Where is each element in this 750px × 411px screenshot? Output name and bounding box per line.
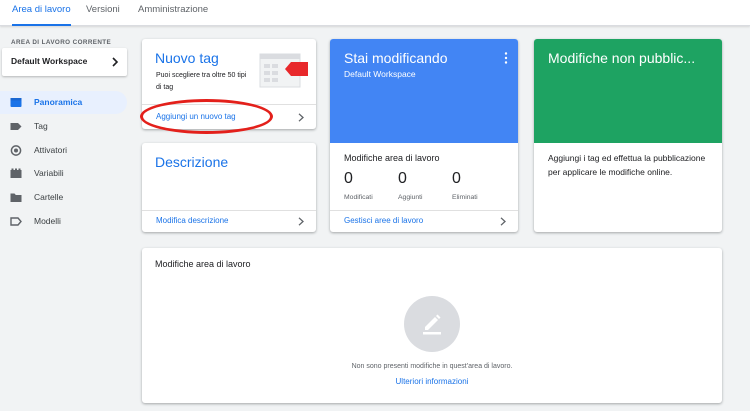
empty-state-message: Non sono presenti modifiche in quest'are… <box>351 363 513 370</box>
sidebar-item-panoramica[interactable]: Panoramica <box>0 91 127 114</box>
sidebar: AREA DI LAVORO CORRENTE Default Workspac… <box>0 27 133 411</box>
template-icon <box>10 217 22 226</box>
sidebar-item-label: Panoramica <box>34 97 83 107</box>
edit-description-link[interactable]: Modifica descrizione <box>156 216 228 225</box>
workspace-changes-title: Modifiche area di lavoro <box>155 259 251 269</box>
sidebar-item-attivatori[interactable]: Attivatori <box>0 139 127 162</box>
workspace-selector[interactable]: Default Workspace <box>2 48 127 76</box>
added-count: 0 <box>398 170 407 187</box>
deleted-label: Eliminati <box>452 194 478 201</box>
manage-workspaces-row[interactable]: Gestisci aree di lavoro <box>330 210 518 232</box>
unpublished-title: Modifiche non pubblic... <box>548 50 696 66</box>
highlight-circle <box>140 99 273 134</box>
chevron-right-icon <box>298 113 304 122</box>
chevron-right-icon <box>298 217 304 226</box>
sidebar-item-label: Attivatori <box>34 145 68 155</box>
edit-description-row[interactable]: Modifica descrizione <box>142 210 316 232</box>
workspace-caption: AREA DI LAVORO CORRENTE <box>11 39 112 46</box>
chevron-right-icon <box>500 217 506 226</box>
sidebar-item-modelli[interactable]: Modelli <box>0 210 127 233</box>
sidebar-item-tag[interactable]: Tag <box>0 115 127 138</box>
sidebar-item-label: Cartelle <box>34 192 64 202</box>
tag-icon <box>10 123 22 130</box>
modified-count: 0 <box>344 170 353 187</box>
new-tag-title: Nuovo tag <box>155 50 219 66</box>
unpublished-body: Aggiungi i tag ed effettua la pubblicazi… <box>548 153 706 177</box>
description-card: Descrizione Modifica descrizione <box>142 143 316 232</box>
sidebar-item-cartelle[interactable]: Cartelle <box>0 186 127 209</box>
empty-state-circle <box>404 296 460 352</box>
added-label: Aggiunti <box>398 194 423 201</box>
variables-icon <box>10 168 22 178</box>
tab-versioni[interactable]: Versioni <box>86 0 120 26</box>
editing-title: Stai modificando <box>344 50 448 66</box>
deleted-count: 0 <box>452 170 461 187</box>
sidebar-item-variabili[interactable]: Variabili <box>0 162 127 185</box>
editing-workspace-card: Stai modificando Default Workspace Modif… <box>330 39 518 232</box>
editing-workspace-name: Default Workspace <box>344 69 416 79</box>
description-title: Descrizione <box>155 154 229 170</box>
tag-illustration-icon <box>259 53 308 88</box>
chevron-right-icon <box>112 57 119 67</box>
sidebar-item-label: Modelli <box>34 216 61 226</box>
top-tab-bar: Area di lavoro Versioni Amministrazione <box>0 0 750 26</box>
tab-amministrazione[interactable]: Amministrazione <box>138 0 208 26</box>
unpublished-changes-card: Modifiche non pubblic... Aggiungi i tag … <box>534 39 722 232</box>
sidebar-item-label: Variabili <box>34 168 64 178</box>
edit-pencil-icon <box>423 314 441 335</box>
modified-label: Modificati <box>344 194 373 201</box>
sidebar-item-label: Tag <box>34 121 48 131</box>
tab-area-di-lavoro[interactable]: Area di lavoro <box>12 0 71 26</box>
new-tag-description: Puoi scegliere tra oltre 50 tipi di tag <box>156 72 247 91</box>
folder-icon <box>10 193 22 202</box>
manage-workspaces-link[interactable]: Gestisci aree di lavoro <box>344 216 423 225</box>
workspace-changes-heading: Modifiche area di lavoro <box>344 153 440 163</box>
trigger-icon <box>10 145 22 156</box>
workspace-name: Default Workspace <box>11 56 88 66</box>
more-vert-icon[interactable] <box>504 52 508 64</box>
learn-more-link[interactable]: Ulteriori informazioni <box>142 377 722 386</box>
overview-icon <box>10 98 22 107</box>
